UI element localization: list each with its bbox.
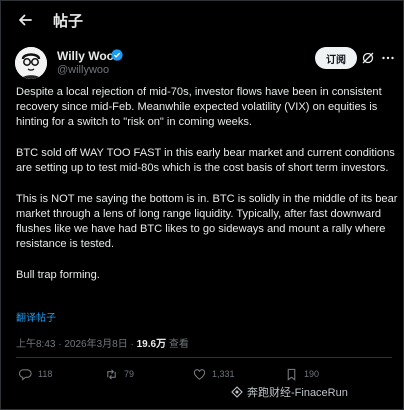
- views-label: 查看: [166, 339, 189, 350]
- reply-button[interactable]: 118: [19, 365, 52, 383]
- watermark: 奔跑财经-FinaceRun: [231, 384, 348, 400]
- bookmark-button[interactable]: 190: [285, 365, 319, 383]
- translate-post-link[interactable]: 翻译帖子: [16, 309, 56, 324]
- bookmark-count: 190: [304, 369, 320, 379]
- bookmark-icon: [287, 368, 296, 381]
- post-detail-frame: 帖子 Willy Woo @willywoo 订阅 Despite a loca…: [0, 0, 404, 410]
- avatar[interactable]: [15, 47, 47, 79]
- post-body: Despite a local rejection of mid-70s, in…: [16, 85, 398, 287]
- reply-count: 118: [38, 369, 53, 379]
- watermark-text: 奔跑财经-FinaceRun: [247, 387, 348, 399]
- author-handle[interactable]: @willywoo: [57, 64, 109, 76]
- subscribe-button[interactable]: 订阅: [315, 47, 357, 69]
- post-timestamp[interactable]: 上午8:43 · 2026年3月8日 ·: [16, 339, 137, 350]
- watermark-logo-icon: [231, 386, 243, 398]
- grok-icon[interactable]: [361, 51, 375, 65]
- verified-badge-icon: [111, 49, 123, 61]
- post-paragraph: This is NOT me saying the bottom is in. …: [16, 193, 398, 250]
- header: 帖子: [1, 1, 404, 39]
- action-bar: 118 79 1,331 190: [19, 365, 393, 383]
- repost-button[interactable]: 79: [105, 365, 134, 383]
- repost-icon: [107, 368, 116, 380]
- like-count: 1,331: [212, 369, 235, 379]
- reply-icon: [19, 368, 32, 381]
- divider: [16, 357, 392, 358]
- repost-count: 79: [124, 369, 135, 379]
- page-title: 帖子: [53, 13, 84, 30]
- views-count: 19.6万: [136, 339, 167, 350]
- like-button[interactable]: 1,331: [193, 365, 235, 383]
- heart-icon: [193, 368, 206, 380]
- author-name[interactable]: Willy Woo: [57, 49, 114, 63]
- author-row: Willy Woo @willywoo 订阅: [15, 47, 395, 81]
- back-arrow-icon[interactable]: [15, 10, 35, 30]
- post-meta: 上午8:43 · 2026年3月8日 · 19.6万 查看: [16, 335, 189, 350]
- more-options-icon[interactable]: [381, 51, 395, 65]
- post-paragraph: BTC sold off WAY TOO FAST in this early …: [16, 147, 395, 174]
- post-paragraph: Despite a local rejection of mid-70s, in…: [16, 86, 382, 128]
- post-paragraph: Bull trap forming.: [16, 269, 100, 281]
